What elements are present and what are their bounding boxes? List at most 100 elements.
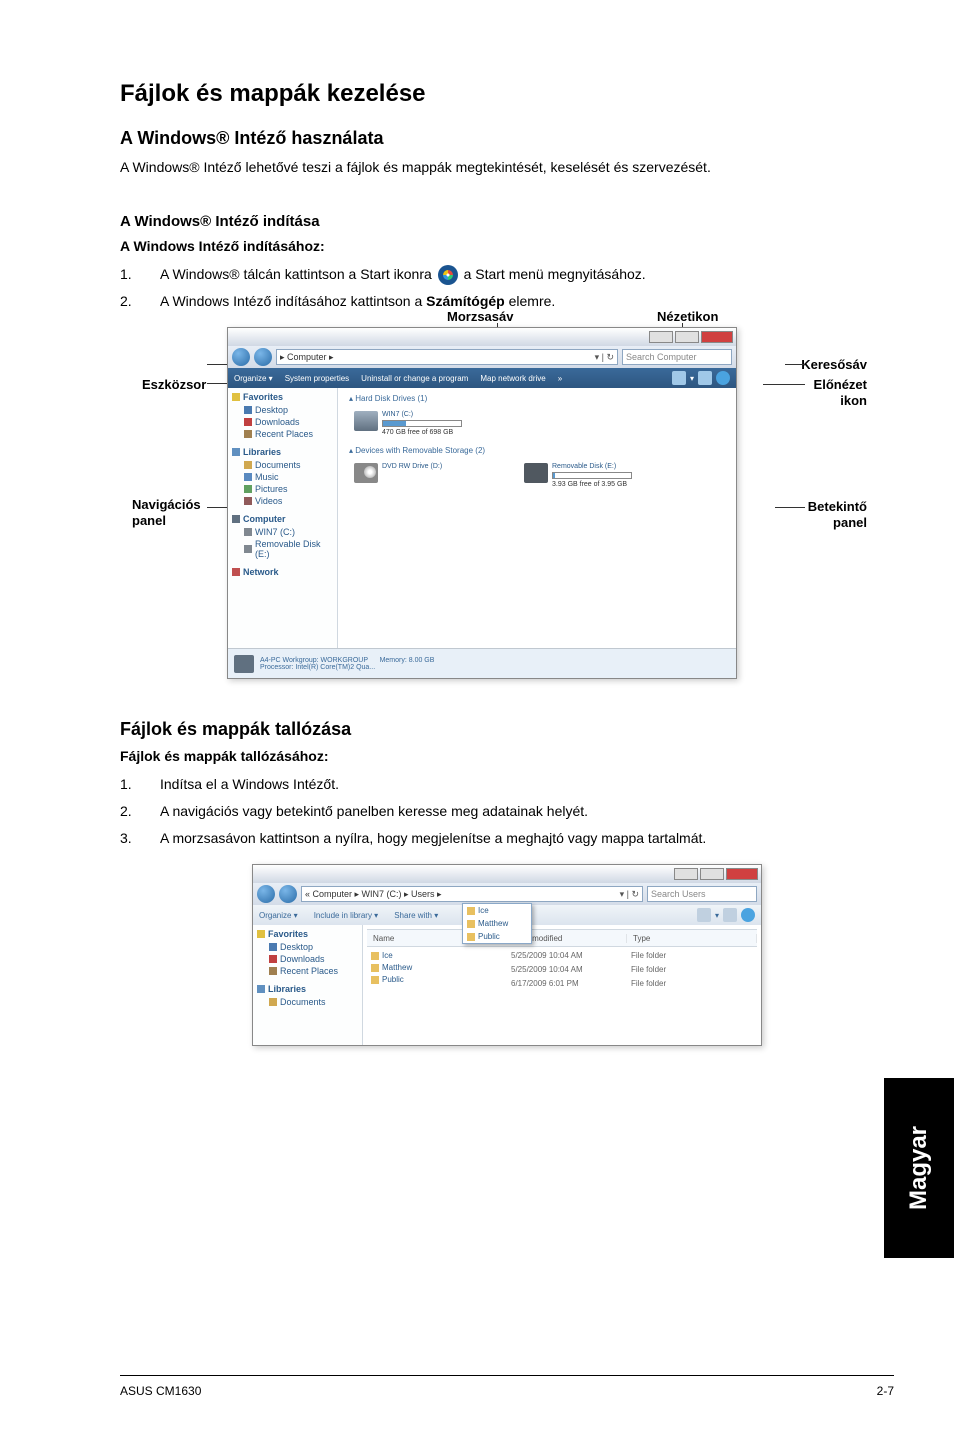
list-number: 1.	[120, 774, 160, 795]
nav-network[interactable]: Network	[243, 567, 279, 577]
sysprop-button[interactable]: System properties	[285, 374, 349, 383]
nav-desktop[interactable]: Desktop	[255, 405, 288, 415]
cell-date: 5/25/2009 10:04 AM	[511, 965, 631, 979]
preview-pane-icon[interactable]	[723, 908, 737, 922]
cell-date: 6/17/2009 6:01 PM	[511, 979, 631, 993]
hdd-section-header[interactable]: ▴ Hard Disk Drives (1)	[344, 394, 730, 403]
steps-title-2: Fájlok és mappák tallózásához:	[120, 748, 894, 764]
list-number: 1.	[120, 264, 160, 285]
intro-text: A Windows® Intéző lehetővé teszi a fájlo…	[120, 157, 894, 178]
cell-type: File folder	[631, 965, 666, 979]
hdd-drive-icon	[354, 411, 378, 431]
cell-type: File folder	[631, 979, 666, 993]
status-workgroup: A4-PC Workgroup: WORKGROUP	[260, 657, 368, 664]
folder-icon	[371, 952, 379, 960]
search-input[interactable]: Search Computer	[622, 349, 732, 365]
status-memory: Memory: 8.00 GB	[380, 657, 435, 664]
uninstall-button[interactable]: Uninstall or change a program	[361, 374, 468, 383]
preview-pane-icon[interactable]	[698, 371, 712, 385]
search-input[interactable]: Search Users	[647, 886, 757, 902]
address-bar[interactable]: ▸ Computer ▸ ▾ | ↻	[276, 349, 618, 365]
back-button[interactable]	[257, 885, 275, 903]
subsection-title: A Windows® Intéző indítása	[120, 213, 894, 230]
minimize-button[interactable]	[674, 868, 698, 880]
organize-button[interactable]: Organize ▾	[259, 911, 298, 920]
folder-icon	[467, 920, 475, 928]
recent-icon	[269, 967, 277, 975]
nav-removable[interactable]: Removable Disk (E:)	[255, 539, 333, 559]
nav-pictures[interactable]: Pictures	[255, 484, 288, 494]
drive-item[interactable]: WIN7 (C:) 470 GB free of 698 GB	[354, 411, 494, 436]
more-button[interactable]: »	[558, 374, 562, 383]
maximize-button[interactable]	[675, 331, 699, 343]
removable-section-header[interactable]: ▴ Devices with Removable Storage (2)	[344, 446, 730, 455]
folder-icon	[467, 933, 475, 941]
drive-item[interactable]: DVD RW Drive (D:)	[354, 463, 494, 488]
minimize-button[interactable]	[649, 331, 673, 343]
main-heading: Fájlok és mappák kezelése	[120, 80, 894, 108]
dropdown-item[interactable]: Public	[463, 930, 531, 943]
titlebar	[253, 865, 761, 883]
nav-computer[interactable]: Computer	[243, 514, 286, 524]
organize-button[interactable]: Organize ▾	[234, 374, 273, 383]
address-bar[interactable]: « Computer ▸ WIN7 (C:) ▸ Users ▸ ▾ | ↻ I…	[301, 886, 643, 902]
downloads-icon	[269, 955, 277, 963]
hdd-icon	[244, 528, 252, 536]
dvd-icon	[354, 463, 378, 483]
nav-downloads[interactable]: Downloads	[255, 417, 300, 427]
dropdown-item[interactable]: Matthew	[463, 917, 531, 930]
close-button[interactable]	[701, 331, 733, 343]
include-button[interactable]: Include in library ▾	[314, 911, 379, 920]
share-button[interactable]: Share with ▾	[394, 911, 438, 920]
nav-hdd[interactable]: WIN7 (C:)	[255, 527, 295, 537]
help-icon[interactable]	[741, 908, 755, 922]
drive-free-text: 470 GB free of 698 GB	[382, 429, 462, 436]
view-icon[interactable]	[697, 908, 711, 922]
label-preview-2: ikon	[840, 393, 867, 408]
cell-date: 5/25/2009 10:04 AM	[511, 951, 631, 965]
nav-recent[interactable]: Recent Places	[255, 429, 313, 439]
nav-favorites[interactable]: Favorites	[268, 929, 308, 939]
documents-icon	[244, 461, 252, 469]
breadcrumb[interactable]: « Computer ▸ WIN7 (C:) ▸ Users ▸	[305, 889, 442, 900]
forward-button[interactable]	[254, 348, 272, 366]
list-item[interactable]: Ice	[371, 951, 511, 960]
column-header-type[interactable]: Type	[627, 934, 757, 943]
view-icon[interactable]	[672, 371, 686, 385]
nav-videos[interactable]: Videos	[255, 496, 282, 506]
close-button[interactable]	[726, 868, 758, 880]
list-text: A Windows Intéző indításához kattintson …	[160, 291, 894, 312]
drive-item[interactable]: Removable Disk (E:) 3.93 GB free of 3.95…	[524, 463, 664, 488]
forward-button[interactable]	[279, 885, 297, 903]
label-preview-1: Előnézet	[814, 377, 867, 392]
list-item[interactable]: Matthew	[371, 963, 511, 972]
nav-recent[interactable]: Recent Places	[280, 966, 338, 976]
maximize-button[interactable]	[700, 868, 724, 880]
nav-downloads[interactable]: Downloads	[280, 954, 325, 964]
label-toolbar: Eszközsor	[142, 377, 206, 392]
nav-libraries[interactable]: Libraries	[243, 447, 281, 457]
nav-favorites[interactable]: Favorites	[243, 392, 283, 402]
status-processor: Processor: Intel(R) Core(TM)2 Qua...	[260, 664, 375, 671]
videos-icon	[244, 497, 252, 505]
list-item[interactable]: Public	[371, 975, 511, 984]
computer-status-icon	[234, 655, 254, 673]
nav-music[interactable]: Music	[255, 472, 279, 482]
folder-icon	[371, 976, 379, 984]
breadcrumb[interactable]: ▸ Computer ▸	[280, 352, 334, 363]
recent-icon	[244, 430, 252, 438]
star-icon	[232, 393, 240, 401]
dropdown-item[interactable]: Ice	[463, 904, 531, 917]
help-icon[interactable]	[716, 371, 730, 385]
nav-documents[interactable]: Documents	[255, 460, 301, 470]
label-details-2: panel	[833, 515, 867, 530]
back-button[interactable]	[232, 348, 250, 366]
label-details-1: Betekintő	[808, 499, 867, 514]
nav-desktop[interactable]: Desktop	[280, 942, 313, 952]
computer-icon	[232, 515, 240, 523]
mapdrive-button[interactable]: Map network drive	[480, 374, 545, 383]
label-searchbar: Keresősáv	[801, 357, 867, 372]
label-navpanel-2: panel	[132, 513, 166, 528]
nav-libraries[interactable]: Libraries	[268, 984, 306, 994]
nav-documents[interactable]: Documents	[280, 997, 326, 1007]
